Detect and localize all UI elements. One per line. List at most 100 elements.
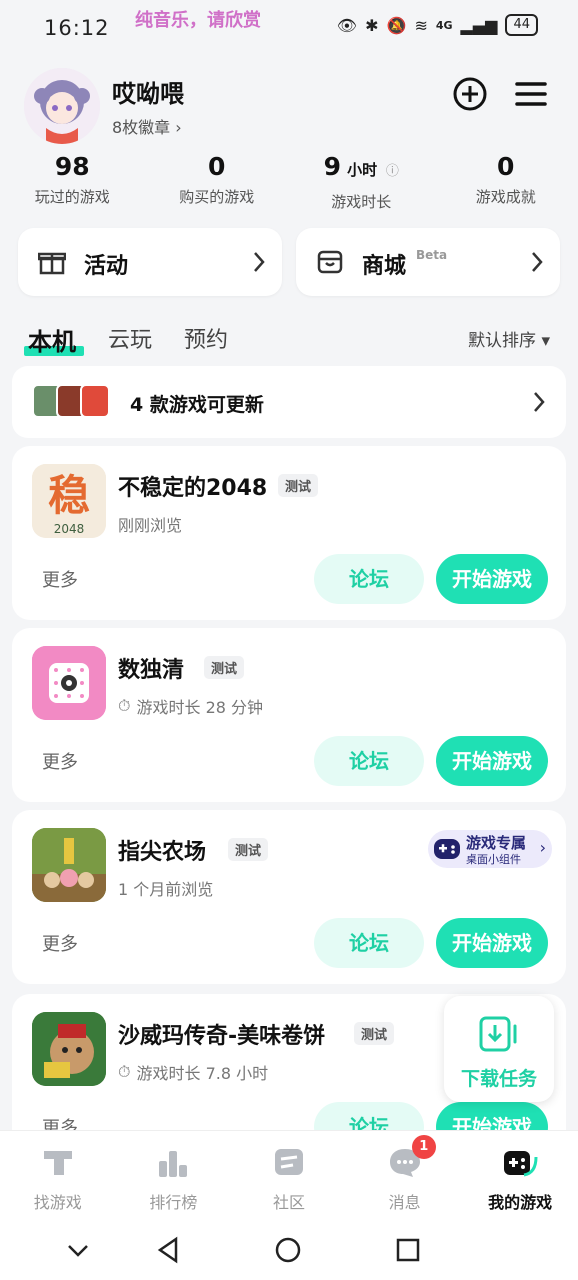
game-sub: 1 个月前浏览 <box>118 876 213 900</box>
test-tag: 测试 <box>204 656 245 679</box>
stat-played[interactable]: 98 玩过的游戏 <box>0 152 145 214</box>
chevron-down-icon[interactable] <box>64 1236 92 1264</box>
nav-find-games[interactable]: 找游戏 <box>0 1131 116 1220</box>
forum-button[interactable]: 论坛 <box>314 918 424 968</box>
icon-sub: 2048 <box>54 522 85 536</box>
profile-header: 哎呦喂 8枚徽章 › <box>0 62 578 152</box>
nav-label: 消息 <box>388 1193 421 1212</box>
stat-label: 购买的游戏 <box>179 188 255 206</box>
game-card[interactable]: 稳 2048 不稳定的2048 测试 刚刚浏览 更多 论坛 开始游戏 <box>12 446 566 620</box>
tabs: 本机 云玩 预约 默认排序 ▾ <box>0 318 578 358</box>
game-title: 数独清 <box>118 658 185 683</box>
chevron-right-icon <box>532 252 543 272</box>
chevron-right-icon <box>534 392 545 412</box>
game-sub: 刚刚浏览 <box>118 512 182 536</box>
download-icon <box>479 1016 517 1052</box>
stat-value: 9 <box>323 152 342 181</box>
activity-entry[interactable]: 活动 <box>18 228 282 296</box>
sort-dropdown[interactable]: 默认排序 ▾ <box>468 326 550 351</box>
badges-link[interactable]: 8枚徽章 › <box>112 114 182 138</box>
stat-achievements[interactable]: 0 游戏成就 <box>434 152 578 214</box>
unread-badge: 1 <box>411 1135 436 1159</box>
game-sub-text: 游戏时长 7.8 小时 <box>136 1064 269 1083</box>
add-icon[interactable] <box>452 76 488 112</box>
back-icon[interactable] <box>154 1236 182 1264</box>
forum-button[interactable]: 论坛 <box>314 554 424 604</box>
game-title: 不稳定的2048 <box>118 476 268 501</box>
chevron-right-icon: › <box>539 838 546 857</box>
more-button[interactable]: 更多 <box>42 566 78 592</box>
game-icon[interactable] <box>32 646 106 720</box>
update-banner[interactable]: 4 款游戏可更新 <box>12 366 566 438</box>
more-button[interactable]: 更多 <box>42 930 78 956</box>
chevron-right-icon <box>254 252 265 272</box>
more-button[interactable]: 更多 <box>42 748 78 774</box>
nav-label: 找游戏 <box>33 1193 82 1212</box>
mute-icon: 🔕 <box>386 15 407 35</box>
stat-label: 游戏时长 <box>331 193 392 211</box>
widget-subtitle: 桌面小组件 <box>466 853 521 866</box>
timer-icon: ⏱ <box>118 1062 131 1081</box>
icon-char: 稳 <box>48 471 90 520</box>
menu-icon[interactable] <box>514 80 548 108</box>
game-card[interactable]: 数独清 测试 ⏱ 游戏时长 28 分钟 更多 论坛 开始游戏 <box>12 628 566 802</box>
update-text: 4 款游戏可更新 <box>130 394 264 416</box>
download-task-button[interactable]: 下载任务 <box>444 996 554 1102</box>
gamepad-icon <box>434 839 460 859</box>
game-sub-text: 刚刚浏览 <box>118 516 183 535</box>
nav-messages[interactable]: 1 消息 <box>347 1131 463 1220</box>
home-icon[interactable] <box>274 1236 302 1264</box>
game-thumb <box>80 384 110 418</box>
game-title: 指尖农场 <box>118 840 207 865</box>
status-bar: 16:12 纯音乐，请欣赏 👁 ✱ 🔕 ≋ 4G ▂▄▆ 44 <box>0 0 578 58</box>
community-icon <box>274 1149 303 1175</box>
stat-value: 98 <box>54 152 90 181</box>
avatar[interactable] <box>24 68 100 144</box>
nav-community[interactable]: 社区 <box>231 1131 347 1220</box>
game-icon[interactable] <box>32 1012 106 1086</box>
beta-badge: Beta <box>416 248 448 262</box>
gamepad-icon <box>504 1151 538 1177</box>
nav-label: 我的游戏 <box>488 1193 553 1212</box>
nickname: 哎呦喂 <box>112 80 184 108</box>
start-game-button[interactable]: 开始游戏 <box>436 554 548 604</box>
stat-value: 0 <box>208 152 226 181</box>
nav-my-games[interactable]: 我的游戏 <box>462 1131 578 1220</box>
stat-playtime[interactable]: 9 小时 ⓘ 游戏时长 <box>289 152 434 214</box>
stat-purchased[interactable]: 0 购买的游戏 <box>145 152 290 214</box>
gift-icon <box>38 252 66 275</box>
widget-promo[interactable]: 游戏专属 桌面小组件 › <box>428 830 552 868</box>
tab-cloud[interactable]: 云玩 <box>108 322 152 354</box>
stat-label: 玩过的游戏 <box>34 188 110 206</box>
game-icon[interactable] <box>32 828 106 902</box>
stat-unit: 小时 <box>347 161 378 179</box>
nav-label: 排行榜 <box>149 1193 198 1212</box>
timer-icon: ⏱ <box>118 696 131 715</box>
battery-icon: 44 <box>505 14 538 36</box>
nav-ranking[interactable]: 排行榜 <box>116 1131 232 1220</box>
tap-logo-icon <box>43 1151 72 1175</box>
bluetooth-icon: ✱ <box>365 15 379 35</box>
forum-button[interactable]: 论坛 <box>314 736 424 786</box>
update-game-icons <box>32 384 110 418</box>
start-game-button[interactable]: 开始游戏 <box>436 736 548 786</box>
mall-label: 商城 <box>362 254 407 279</box>
stat-value: 0 <box>497 152 515 181</box>
status-time: 16:12 <box>44 16 110 40</box>
recents-icon[interactable] <box>394 1236 422 1264</box>
start-game-button[interactable]: 开始游戏 <box>436 918 548 968</box>
mall-entry[interactable]: 商城 Beta <box>296 228 560 296</box>
network-label: 4G <box>435 18 453 32</box>
game-title: 沙威玛传奇-美味卷饼 <box>118 1024 326 1049</box>
game-card[interactable]: 指尖农场 测试 1 个月前浏览 游戏专属 桌面小组件 › 更多 论坛 开始游戏 <box>12 810 566 984</box>
game-sub: ⏱ 游戏时长 7.8 小时 <box>118 1060 268 1084</box>
game-icon[interactable]: 稳 2048 <box>32 464 106 538</box>
test-tag: 测试 <box>354 1022 395 1045</box>
tab-local[interactable]: 本机 <box>28 322 76 357</box>
info-icon[interactable]: ⓘ <box>386 164 399 179</box>
shop-icon <box>317 250 343 274</box>
activity-label: 活动 <box>84 254 129 279</box>
nav-label: 社区 <box>272 1193 305 1212</box>
tab-reserve[interactable]: 预约 <box>184 322 228 354</box>
system-nav-bar <box>0 1220 578 1280</box>
